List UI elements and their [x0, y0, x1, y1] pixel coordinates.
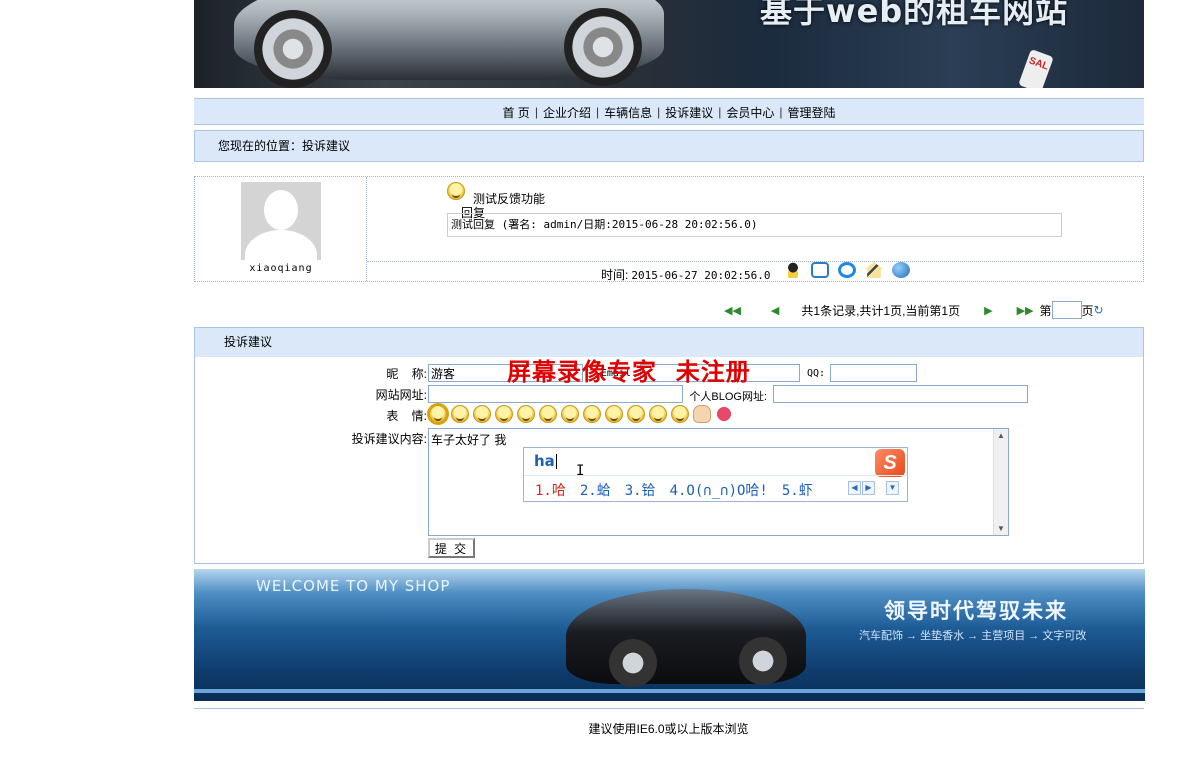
submit-button[interactable]: 提 交 — [428, 538, 475, 558]
car-wheel-image — [254, 10, 332, 88]
time-label: 时间: — [601, 268, 629, 282]
message-time: 时间: 2015-06-27 20:02:56.0 — [601, 266, 770, 283]
refresh-icon[interactable] — [811, 262, 829, 278]
qq-label: QQ: — [806, 368, 825, 379]
ime-candidate[interactable]: 3.铪 — [625, 480, 656, 500]
last-page-icon[interactable]: ▶▶ — [1017, 304, 1034, 317]
message-card: xiaoqiang 测试反馈功能 回复 测试回复 (署名: admin/日期:2… — [194, 176, 1144, 282]
breadcrumb: 您现在的位置：投诉建议 — [194, 130, 1144, 162]
scroll-down-icon[interactable]: ▼ — [997, 524, 1005, 533]
first-page-icon[interactable]: ◀◀ — [724, 304, 741, 317]
globe-icon[interactable] — [892, 262, 910, 278]
avatar — [241, 182, 321, 260]
home-icon[interactable] — [865, 262, 883, 278]
top-banner: 基于web的租车网站 SAL — [194, 0, 1144, 88]
page-prefix: 第 — [1039, 303, 1052, 318]
website-input[interactable] — [428, 385, 683, 403]
banner-subtext: 汽车配饰 → 坐垫香水 → 主营项目 → 文字可改 — [859, 630, 1087, 642]
recorder-watermark: 屏幕录像专家 未注册 — [507, 357, 751, 386]
sogou-logo-icon: S — [875, 449, 905, 477]
content-label: 投诉建议内容: — [351, 432, 427, 446]
site-title: 基于web的租车网站 — [760, 0, 1069, 30]
page-number-input[interactable] — [1051, 301, 1082, 319]
nav-item-member[interactable]: 会员中心 — [721, 104, 779, 121]
ie-browser-icon[interactable] — [838, 262, 856, 278]
scroll-up-icon[interactable]: ▲ — [997, 431, 1005, 440]
shy-face-icon[interactable] — [451, 405, 469, 423]
ime-candidates: 1.哈 2.蛤 3.铪 4.O(∩_∩)O哈! 5.虾 — [535, 480, 813, 500]
sad-face-icon[interactable] — [649, 405, 667, 423]
nav-item-vehicles[interactable]: 车辆信息 — [599, 104, 657, 121]
qq-icon[interactable] — [784, 262, 802, 278]
car-wheel-image — [564, 8, 642, 86]
prev-page-icon[interactable]: ◀ — [771, 304, 779, 317]
qq-input[interactable] — [830, 364, 917, 382]
grin-face-icon[interactable] — [561, 405, 579, 423]
message-footer: 时间: 2015-06-27 20:02:56.0 — [367, 261, 1143, 283]
ime-next-icon[interactable]: ▶ — [862, 481, 875, 495]
cool-face-icon[interactable] — [605, 405, 623, 423]
pager-summary: 共1条记录,共计1页,当前第1页 — [801, 303, 961, 318]
sale-tag: SAL — [1018, 49, 1054, 88]
hand-icon[interactable] — [693, 405, 711, 423]
reply-box: 测试回复 (署名: admin/日期:2015-06-28 20:02:56.0… — [447, 213, 1062, 237]
nickname-label: 昵 称: — [386, 367, 427, 381]
website-label: 网站网址: — [375, 388, 427, 402]
smile-face-icon — [447, 182, 465, 200]
smile-face-icon[interactable] — [427, 403, 449, 425]
ime-composition: ha — [534, 452, 555, 470]
emotion-picker — [427, 403, 733, 425]
ime-prev-icon[interactable]: ◀ — [848, 481, 861, 495]
username: xiaoqiang — [249, 263, 313, 274]
angry-face-icon[interactable] — [517, 405, 535, 423]
ime-candidate[interactable]: 5.虾 — [782, 480, 813, 500]
ime-menu-icon[interactable]: ▼ — [886, 481, 899, 495]
go-icon[interactable]: ↻ — [1094, 303, 1104, 317]
nav-item-home[interactable]: 首 页 — [497, 104, 534, 121]
divider — [194, 708, 1144, 709]
lips-icon[interactable] — [715, 405, 733, 423]
next-page-icon[interactable]: ▶ — [984, 304, 992, 317]
nav-item-company[interactable]: 企业介绍 — [538, 104, 596, 121]
car-wheel-image — [739, 637, 787, 685]
tongue-face-icon[interactable] — [583, 405, 601, 423]
user-panel: xiaoqiang — [195, 177, 367, 281]
car-wheel-image — [609, 639, 657, 687]
main-nav: 首 页 | 企业介绍 | 车辆信息 | 投诉建议 | 会员中心 | 管理登陆 — [194, 98, 1144, 125]
footer-text: 建议使用IE6.0或以上版本浏览 — [588, 722, 749, 736]
message-actions — [784, 262, 910, 278]
page-suffix: 页 — [1081, 303, 1094, 318]
textarea-scrollbar[interactable]: ▲ ▼ — [993, 429, 1008, 535]
time-value: 2015-06-27 20:02:56.0 — [631, 269, 771, 282]
blog-input[interactable] — [773, 385, 1028, 403]
ime-candidate[interactable]: 2.蛤 — [580, 480, 611, 500]
welcome-text: WELCOME TO MY SHOP — [256, 577, 451, 595]
text-cursor-icon: I — [576, 463, 585, 479]
teeth-face-icon[interactable] — [671, 405, 689, 423]
ime-candidate[interactable]: 1.哈 — [535, 480, 566, 500]
laugh-face-icon[interactable] — [473, 405, 491, 423]
wink-face-icon[interactable] — [539, 405, 557, 423]
blog-label: 个人BLOG网址: — [689, 391, 767, 403]
sweat-face-icon[interactable] — [495, 405, 513, 423]
happy-face-icon[interactable] — [627, 405, 645, 423]
banner-slogan: 领导时代驾驭未来 — [884, 599, 1068, 623]
emotion-label: 表 情: — [386, 409, 427, 423]
ime-candidate[interactable]: 4.O(∩_∩)O哈! — [670, 480, 768, 500]
pager: ◀◀ ◀ 共1条记录,共计1页,当前第1页 ▶ ▶▶ 第 页 ↻ — [724, 300, 1104, 320]
nav-item-admin-login[interactable]: 管理登陆 — [783, 104, 841, 121]
shop-banner: WELCOME TO MY SHOP 领导时代驾驭未来 汽车配饰 → 坐垫香水 … — [194, 569, 1145, 701]
nav-item-complaints[interactable]: 投诉建议 — [660, 104, 718, 121]
